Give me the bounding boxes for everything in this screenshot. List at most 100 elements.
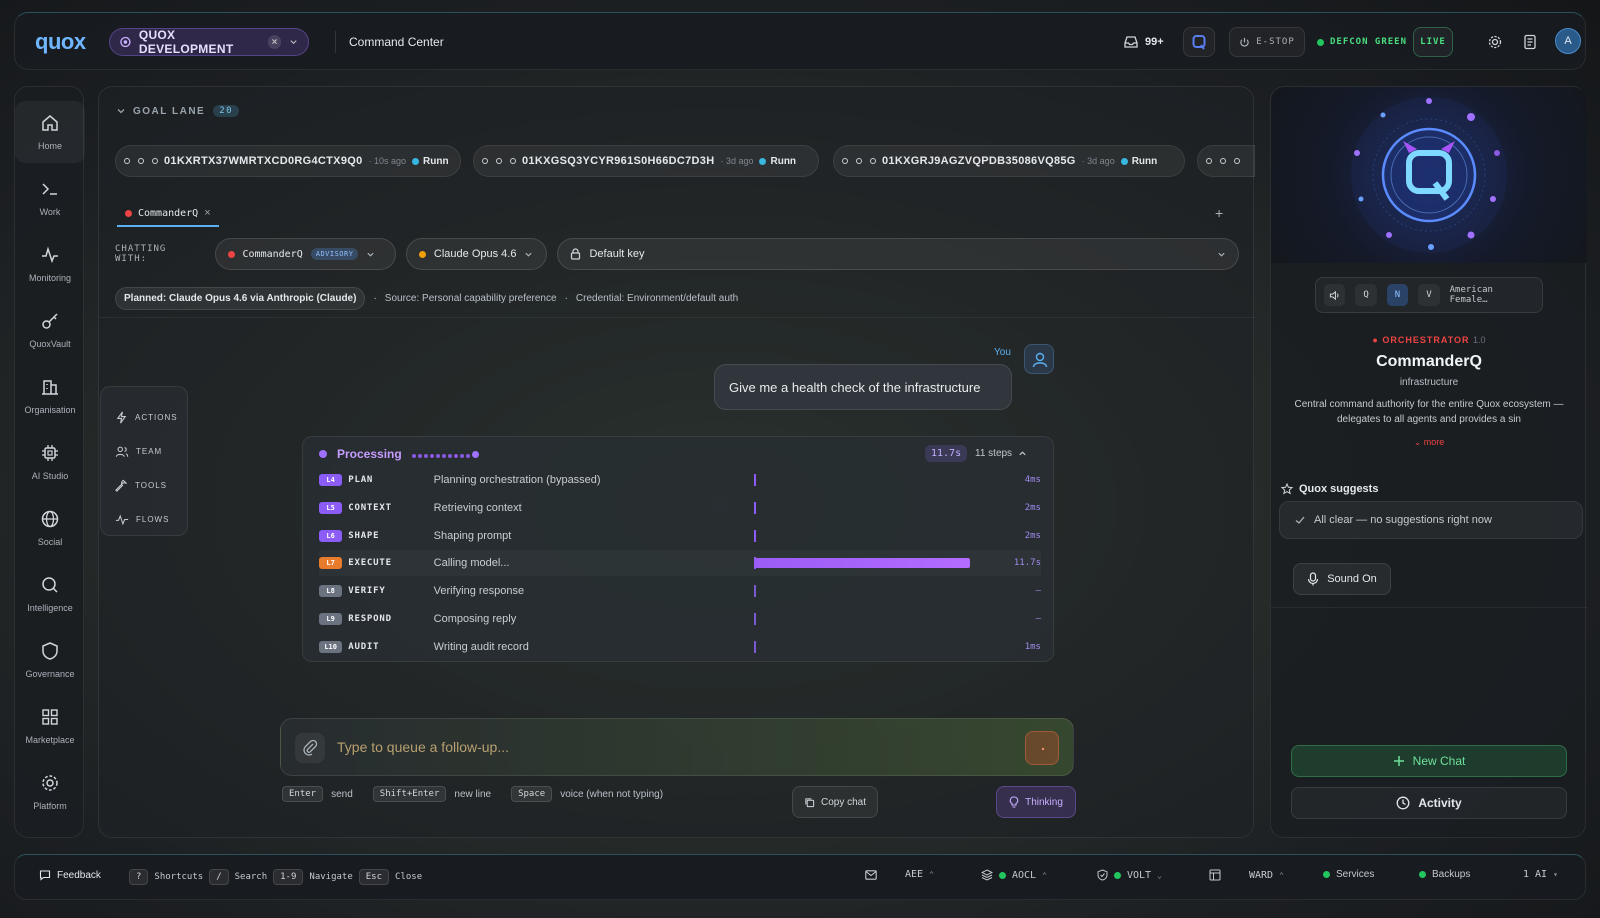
ward-status[interactable]: WARD ⌃ xyxy=(1209,869,1284,881)
sidebar-item-platform[interactable]: Platform xyxy=(15,761,85,823)
live-badge[interactable]: LIVE xyxy=(1413,27,1453,57)
processing-steps[interactable]: 11 steps xyxy=(975,448,1027,459)
thinking-button[interactable]: Thinking xyxy=(996,786,1076,818)
wrench-icon xyxy=(115,479,128,492)
step-name: RESPOND xyxy=(348,614,392,624)
sidebar-item-ai-studio[interactable]: AI Studio xyxy=(15,431,85,493)
sidebar-item-work[interactable]: Work xyxy=(15,167,85,229)
aee-status[interactable]: AEE ⌃ xyxy=(865,869,934,880)
volt-label: VOLT xyxy=(1127,869,1152,881)
processing-header[interactable]: Processing xyxy=(319,447,481,461)
sidebar-item-quoxvault[interactable]: QuoxVault xyxy=(15,299,85,361)
sidebar-item-intelligence[interactable]: Intelligence xyxy=(15,563,85,625)
step-progress-bar xyxy=(753,474,987,486)
sidebar-item-organisation[interactable]: Organisation xyxy=(15,365,85,427)
backups-label: Backups xyxy=(1432,869,1471,880)
add-tab-button[interactable]: + xyxy=(1215,205,1223,221)
backups-status[interactable]: Backups xyxy=(1419,869,1470,880)
processing-dot xyxy=(319,450,327,458)
hint-label: voice (when not typing) xyxy=(560,788,664,800)
goal-lane-header[interactable]: GOAL LANE 20 xyxy=(117,105,240,117)
actions-button[interactable]: ACTIONS xyxy=(115,411,178,424)
volt-status[interactable]: VOLT ⌄ xyxy=(1097,869,1162,881)
voice-n-button[interactable]: N xyxy=(1386,284,1409,306)
notes-button[interactable] xyxy=(1523,27,1537,57)
model-select[interactable]: Claude Opus 4.6 xyxy=(405,238,548,270)
step-name: PLAN xyxy=(348,475,374,485)
voice-q-button[interactable]: Q xyxy=(1355,284,1377,306)
step-tick xyxy=(753,474,756,486)
app-logo[interactable]: quox xyxy=(35,29,86,55)
sidebar-item-social[interactable]: Social xyxy=(15,497,85,559)
step-level: L4 xyxy=(319,474,343,486)
send-icon xyxy=(1041,747,1045,751)
goal-time: · 10s ago xyxy=(368,156,407,166)
sidebar-item-monitoring[interactable]: Monitoring xyxy=(15,233,85,295)
kbd-navigate: 1-9 xyxy=(273,869,304,885)
sidebar-item-label: Work xyxy=(39,207,61,217)
goal-id: 01KXRTX37WMRTXCD0RG4CTX9Q0 xyxy=(164,155,363,167)
kbd-close: Esc xyxy=(358,869,390,885)
activity-button[interactable]: Activity xyxy=(1291,787,1567,819)
step-duration: 2ms xyxy=(1024,502,1041,513)
model-name: Claude Opus 4.6 xyxy=(433,248,517,260)
feedback-button[interactable]: Feedback xyxy=(39,869,101,881)
step-level: L5 xyxy=(319,501,343,514)
sidebar-item-governance[interactable]: Governance xyxy=(15,629,85,691)
tab-close-button[interactable]: × xyxy=(204,207,210,219)
agent-select[interactable]: CommanderQ ADVISORY xyxy=(214,238,396,270)
more-link[interactable]: ⌄ more xyxy=(1271,437,1587,448)
tab-commanderq[interactable]: CommanderQ × xyxy=(117,201,219,227)
sidebar-item-home[interactable]: Home xyxy=(15,101,85,163)
goal-card[interactable]: 01KXGSQ3YCYR961S0H66DC7D3H · 3d ago Runn xyxy=(473,145,819,177)
voice-v-button[interactable]: V xyxy=(1418,284,1440,306)
ai-count[interactable]: 1 AI ▾ xyxy=(1523,869,1558,880)
status-dot xyxy=(1419,871,1426,878)
step-name: SHAPE xyxy=(348,530,380,541)
flows-button[interactable]: FLOWS xyxy=(115,513,169,526)
tools-button[interactable]: TOOLS xyxy=(115,479,167,492)
user-avatar[interactable]: A xyxy=(1555,28,1581,54)
estop-button[interactable]: E-STOP xyxy=(1229,27,1305,57)
quox-q-icon xyxy=(1192,35,1206,50)
hint-label: Shortcuts xyxy=(154,872,204,882)
sound-toggle-button[interactable]: Sound On xyxy=(1293,563,1391,595)
step-progress-bar xyxy=(753,613,987,625)
goal-card[interactable]: 01KXRTX37WMRTXCD0RG4CTX9Q0 · 10s ago Run… xyxy=(115,145,461,177)
hint-label: Close xyxy=(395,872,423,882)
sidebar-item-marketplace[interactable]: Marketplace xyxy=(15,695,85,757)
team-button[interactable]: TEAM xyxy=(115,445,162,458)
shortcut-hints: ? Shortcuts / Search 1-9 Navigate Esc Close xyxy=(129,869,422,885)
divider xyxy=(99,317,1255,318)
action-label: TOOLS xyxy=(135,481,167,490)
new-chat-button[interactable]: New Chat xyxy=(1291,745,1567,777)
chevron-down-icon[interactable] xyxy=(289,37,298,47)
send-button[interactable] xyxy=(1025,731,1059,765)
goal-card[interactable] xyxy=(1197,145,1255,177)
inbox-button[interactable]: 99+ xyxy=(1123,27,1164,57)
goal-id: 01KXGSQ3YCYR961S0H66DC7D3H xyxy=(522,155,715,167)
attach-button[interactable] xyxy=(295,733,325,763)
services-status[interactable]: Services xyxy=(1323,869,1374,880)
workspace-close-button[interactable]: × xyxy=(268,35,281,49)
quox-app-button[interactable] xyxy=(1183,27,1215,57)
globe-icon xyxy=(41,510,59,528)
step-progress-bar xyxy=(753,501,987,514)
hint-label: Navigate xyxy=(309,872,353,882)
message-input[interactable]: Type to queue a follow-up... xyxy=(337,739,509,755)
settings-button[interactable] xyxy=(1487,27,1503,57)
workspace-selector[interactable]: QUOX DEVELOPMENT × xyxy=(109,28,309,56)
mute-button[interactable] xyxy=(1324,284,1346,306)
aocl-status[interactable]: AOCL ⌃ xyxy=(981,869,1047,881)
copy-chat-button[interactable]: Copy chat xyxy=(792,786,878,818)
step-description: Shaping prompt xyxy=(433,529,512,542)
goal-card[interactable]: 01KXGRJ9AGZVQPDB35086VQ85G · 3d ago Runn xyxy=(833,145,1185,177)
chevron-down-icon xyxy=(117,109,125,114)
divider xyxy=(1271,607,1587,608)
defcon-status[interactable]: DEFCON GREEN xyxy=(1317,27,1407,57)
step-description: Calling model... xyxy=(433,557,510,570)
key-select[interactable]: Default key xyxy=(557,238,1239,270)
voice-controls: Q N V American Female… xyxy=(1315,277,1543,313)
sound-label: Sound On xyxy=(1327,573,1377,585)
voice-name[interactable]: American Female… xyxy=(1450,285,1534,305)
